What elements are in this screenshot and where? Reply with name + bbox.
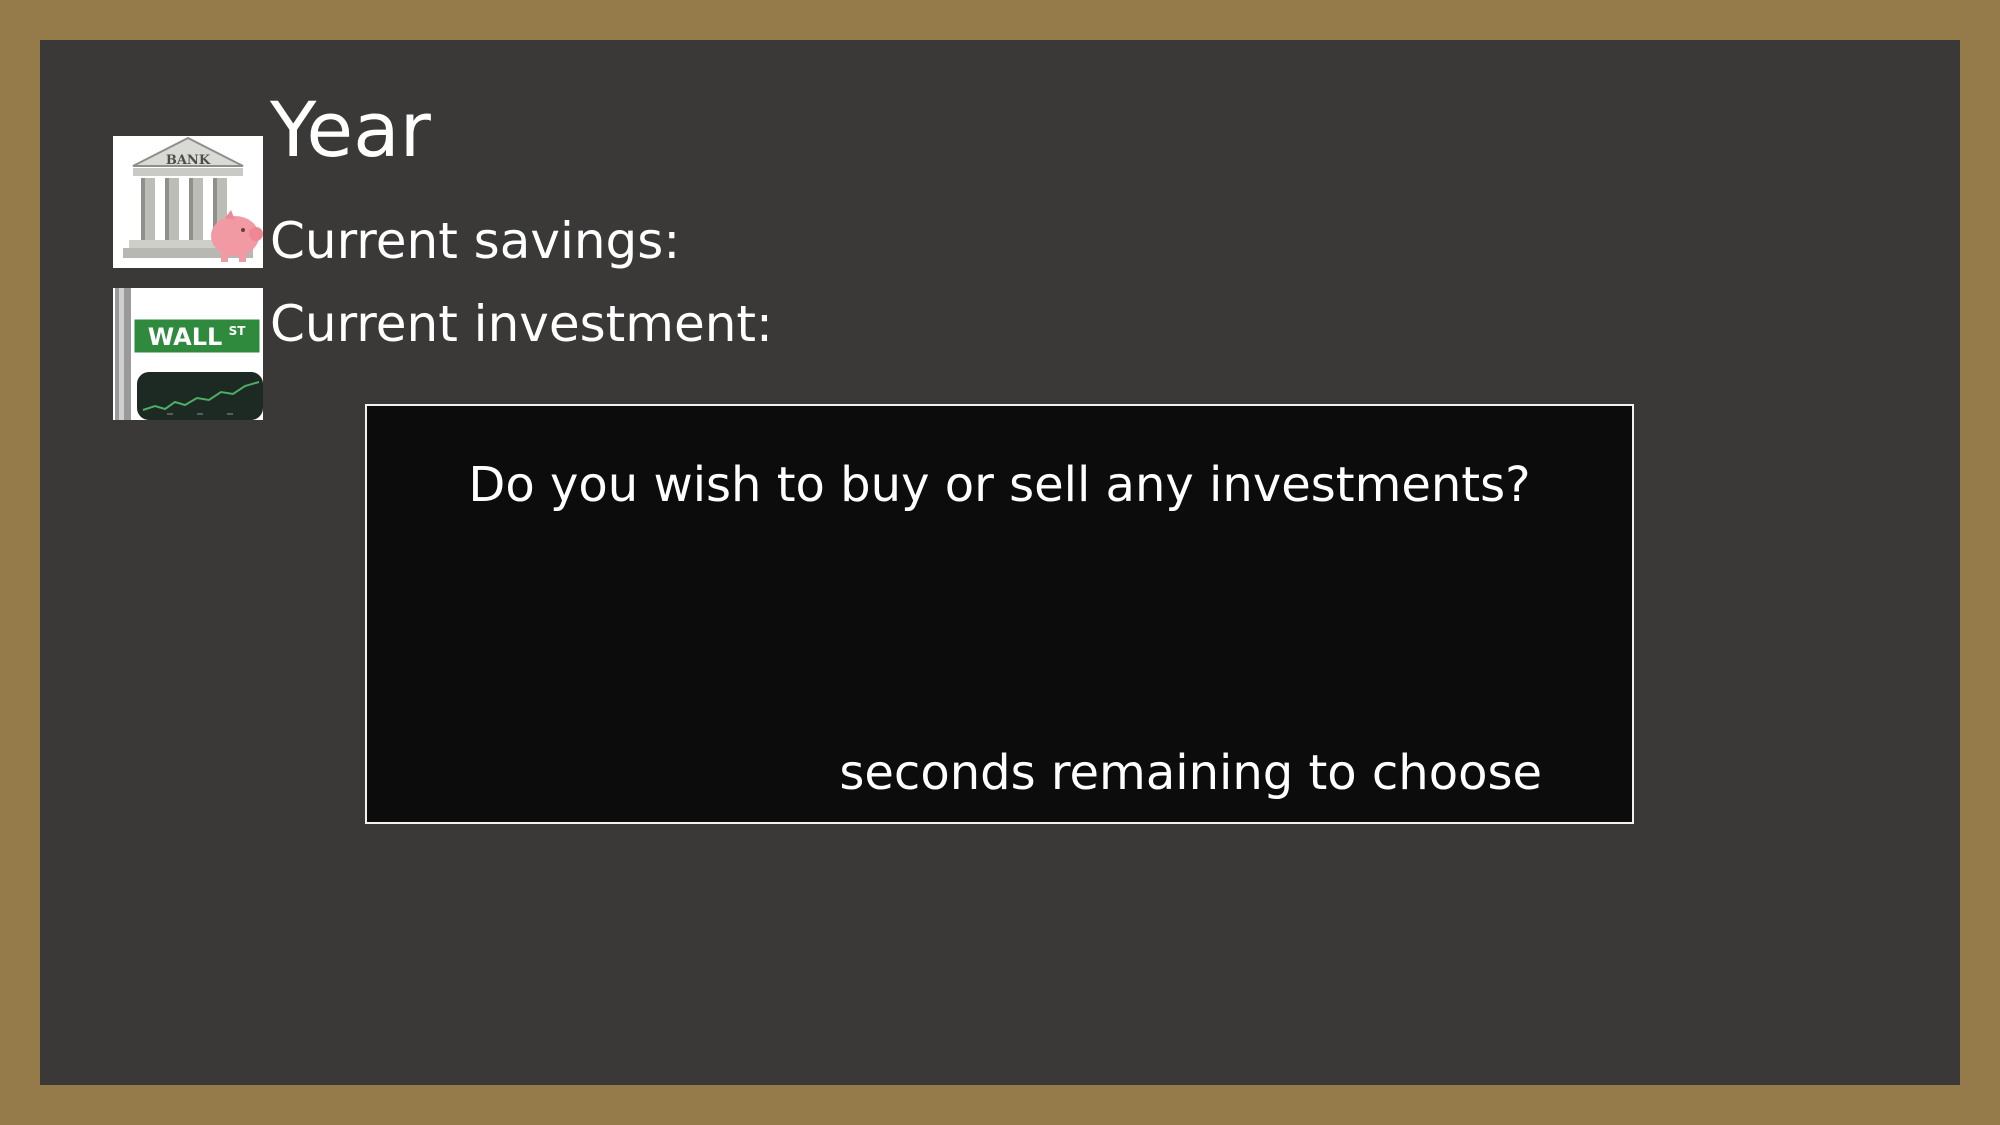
dialog-question: Do you wish to buy or sell any investmen…: [468, 457, 1531, 513]
bank-building-icon: BANK: [113, 136, 263, 268]
wall-street-sign-icon: WALL ST: [113, 288, 263, 420]
wall-street-sign-superscript: ST: [229, 324, 247, 338]
countdown-label: seconds remaining to choose: [839, 745, 1542, 801]
current-savings-label: Current savings:: [270, 212, 681, 270]
current-investment-label: Current investment:: [270, 295, 773, 353]
bank-label: BANK: [166, 153, 211, 168]
wall-street-sign-label: WALL: [148, 323, 223, 351]
investment-dialog: Do you wish to buy or sell any investmen…: [365, 404, 1634, 824]
page-title: Year: [270, 85, 431, 174]
